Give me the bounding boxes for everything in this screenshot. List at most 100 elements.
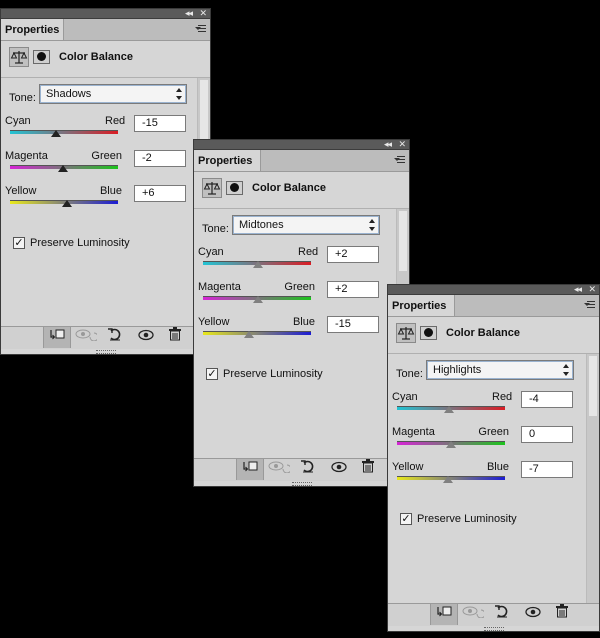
slider-left-label: Cyan [392, 391, 418, 403]
slider-value-input[interactable]: -7 [521, 461, 573, 478]
slider-thumb[interactable] [51, 130, 62, 137]
preserve-luminosity-checkbox[interactable]: ✓ [400, 513, 412, 525]
tab-properties[interactable]: Properties [1, 19, 64, 40]
clip-to-layer-icon[interactable] [236, 459, 264, 480]
slider-thumb[interactable] [244, 331, 255, 338]
slider-value-input[interactable]: -4 [521, 391, 573, 408]
slider-thumb[interactable] [253, 296, 264, 303]
slider-magenta-green: Magenta Green +2 [194, 281, 409, 315]
panel-titlebar[interactable]: ◂◂ ✕ [194, 140, 409, 150]
tone-select-value: Highlights [433, 364, 482, 376]
trash-icon[interactable] [355, 459, 381, 480]
slider-thumb[interactable] [57, 165, 68, 172]
slider-value-input[interactable]: -15 [134, 115, 186, 132]
tab-row: Properties [194, 150, 409, 172]
slider-thumb[interactable] [253, 261, 264, 268]
double-chevron-left-icon[interactable]: ◂◂ [384, 140, 392, 150]
panel-titlebar[interactable]: ◂◂ ✕ [1, 9, 210, 19]
slider-value-input[interactable]: 0 [521, 426, 573, 443]
scrollbar-thumb[interactable] [399, 211, 407, 271]
properties-panel-shadows: ◂◂ ✕ Properties Color Balance Tone: Shad… [0, 8, 211, 355]
panel-titlebar[interactable]: ◂◂ ✕ [388, 285, 599, 295]
panel-header: Color Balance [388, 317, 599, 354]
tone-label: Tone: [9, 92, 36, 104]
scrollbar-thumb[interactable] [200, 80, 208, 140]
panel-header: Color Balance [194, 172, 409, 209]
tone-select[interactable]: Shadows [39, 84, 187, 104]
slider-magenta-green: Magenta Green 0 [388, 426, 599, 460]
slider-right-label: Blue [292, 316, 315, 328]
eye-icon[interactable] [520, 604, 546, 625]
reset-icon[interactable] [295, 459, 321, 480]
resize-grip[interactable] [483, 627, 504, 631]
view-previous-state-icon[interactable] [73, 327, 99, 348]
slider-right-label: Red [298, 246, 319, 258]
slider-left-label: Yellow [198, 316, 230, 328]
panel-bottom-bar [388, 603, 599, 626]
panel-bottom-bar [194, 458, 409, 481]
slider-thumb[interactable] [446, 441, 456, 448]
eye-icon[interactable] [326, 459, 352, 480]
preserve-luminosity-checkbox[interactable]: ✓ [13, 237, 25, 249]
panel-menu-icon[interactable] [394, 154, 405, 166]
view-previous-state-icon[interactable] [266, 459, 292, 480]
slider-left-label: Magenta [392, 426, 435, 438]
close-icon[interactable]: ✕ [199, 9, 206, 19]
slider-right-label: Blue [99, 185, 122, 197]
view-previous-state-icon[interactable] [460, 604, 486, 625]
adjustment-title: Color Balance [446, 327, 520, 339]
slider-thumb[interactable] [62, 200, 73, 207]
scrollbar-thumb[interactable] [589, 356, 597, 416]
slider-thumb[interactable] [442, 476, 453, 483]
adjustment-title: Color Balance [252, 182, 326, 194]
slider-cyan-red: Cyan Red -15 [1, 115, 210, 149]
close-icon[interactable]: ✕ [588, 285, 595, 295]
panel-menu-icon[interactable] [195, 23, 206, 35]
slider-value-input[interactable]: -2 [134, 150, 186, 167]
preserve-luminosity-label: Preserve Luminosity [223, 368, 323, 380]
tab-properties[interactable]: Properties [388, 295, 455, 316]
clip-to-layer-icon[interactable] [43, 327, 71, 348]
trash-icon[interactable] [162, 327, 188, 348]
resize-grip[interactable] [291, 482, 312, 486]
trash-icon[interactable] [549, 604, 575, 625]
slider-thumb[interactable] [443, 406, 454, 413]
scrollbar[interactable] [586, 354, 599, 603]
balance-scale-icon[interactable] [396, 323, 416, 343]
reset-icon[interactable] [102, 327, 128, 348]
reset-icon[interactable] [489, 604, 515, 625]
slider-track[interactable] [10, 130, 118, 134]
double-chevron-left-icon[interactable]: ◂◂ [185, 9, 193, 19]
tone-select[interactable]: Midtones [232, 215, 380, 235]
slider-right-label: Blue [486, 461, 509, 473]
balance-scale-icon[interactable] [9, 47, 29, 67]
slider-value-input[interactable]: +2 [327, 281, 379, 298]
slider-right-label: Green [284, 281, 315, 293]
eye-icon[interactable] [133, 327, 159, 348]
preserve-luminosity-checkbox[interactable]: ✓ [206, 368, 218, 380]
tab-row: Properties [388, 295, 599, 317]
balance-scale-icon[interactable] [202, 178, 222, 198]
slider-left-label: Magenta [5, 150, 48, 162]
layer-mask-icon[interactable] [226, 181, 243, 195]
slider-value-input[interactable]: -15 [327, 316, 379, 333]
layer-mask-icon[interactable] [420, 326, 437, 340]
slider-track[interactable] [203, 331, 311, 335]
slider-right-label: Green [91, 150, 122, 162]
resize-grip[interactable] [95, 350, 116, 354]
tone-select-value: Midtones [239, 219, 284, 231]
layer-mask-icon[interactable] [33, 50, 50, 64]
double-chevron-left-icon[interactable]: ◂◂ [574, 285, 582, 295]
tab-properties[interactable]: Properties [194, 150, 261, 171]
slider-left-label: Cyan [5, 115, 31, 127]
close-icon[interactable]: ✕ [398, 140, 405, 150]
slider-yellow-blue: Yellow Blue -7 [388, 461, 599, 495]
slider-cyan-red: Cyan Red +2 [194, 246, 409, 280]
panel-menu-icon[interactable] [584, 299, 595, 311]
slider-value-input[interactable]: +2 [327, 246, 379, 263]
clip-to-layer-icon[interactable] [430, 604, 458, 625]
slider-left-label: Magenta [198, 281, 241, 293]
slider-value-input[interactable]: +6 [134, 185, 186, 202]
slider-left-label: Cyan [198, 246, 224, 258]
tone-select[interactable]: Highlights [426, 360, 574, 380]
